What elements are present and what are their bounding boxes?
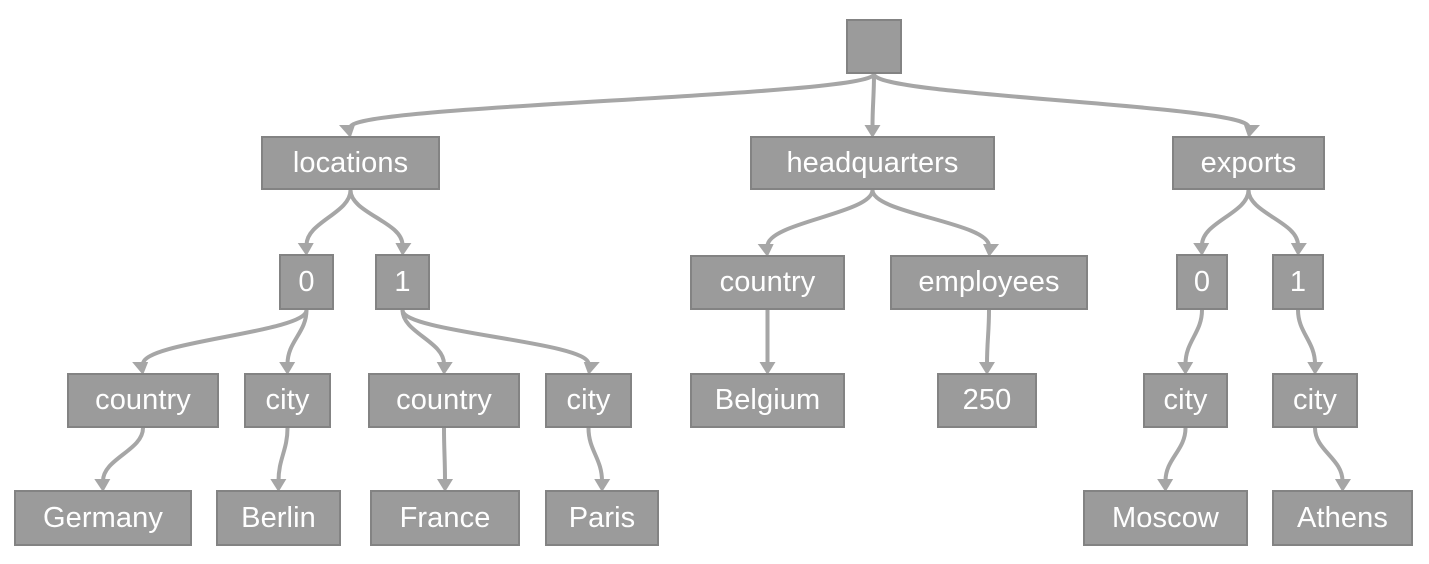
tree-node-loc0_city[interactable]: city — [244, 373, 331, 428]
tree-node-france[interactable]: France — [370, 490, 520, 546]
tree-node-berlin[interactable]: Berlin — [216, 490, 341, 546]
tree-node-loc0_country[interactable]: country — [67, 373, 219, 428]
tree-node-exports[interactable]: exports — [1172, 136, 1325, 190]
tree-node-loc0[interactable]: 0 — [279, 254, 334, 310]
tree-node-moscow[interactable]: Moscow — [1083, 490, 1248, 546]
tree-node-exp0[interactable]: 0 — [1176, 254, 1228, 310]
tree-node-loc1_country[interactable]: country — [368, 373, 520, 428]
tree-node-headquarters[interactable]: headquarters — [750, 136, 995, 190]
tree-node-locations[interactable]: locations — [261, 136, 440, 190]
tree-node-loc1_city[interactable]: city — [545, 373, 632, 428]
tree-node-employees250[interactable]: 250 — [937, 373, 1037, 428]
tree-diagram: locations headquarters exports 0 1 country emp… — [0, 0, 1429, 564]
tree-node-hq_country[interactable]: country — [690, 255, 845, 310]
tree-node-belgium[interactable]: Belgium — [690, 373, 845, 428]
tree-node-paris[interactable]: Paris — [545, 490, 659, 546]
tree-node-athens[interactable]: Athens — [1272, 490, 1413, 546]
tree-node-root[interactable] — [846, 19, 902, 74]
tree-node-exp1_city[interactable]: city — [1272, 373, 1358, 428]
tree-node-exp1[interactable]: 1 — [1272, 254, 1324, 310]
tree-node-hq_employees[interactable]: employees — [890, 255, 1088, 310]
tree-node-exp0_city[interactable]: city — [1143, 373, 1228, 428]
node-layer: locations headquarters exports 0 1 country emp… — [0, 0, 1429, 564]
tree-node-loc1[interactable]: 1 — [375, 254, 430, 310]
tree-node-germany[interactable]: Germany — [14, 490, 192, 546]
